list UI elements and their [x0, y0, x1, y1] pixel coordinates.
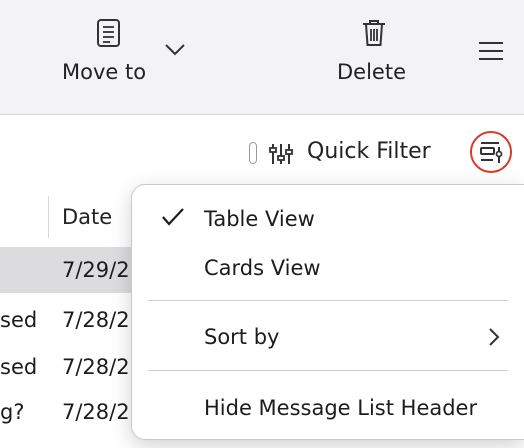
trash-icon: [360, 18, 388, 52]
menu-item-sort-by[interactable]: Sort by: [204, 325, 279, 349]
checkmark-icon: [161, 207, 185, 231]
move-to-label: Move to: [62, 60, 147, 84]
column-divider[interactable]: [48, 196, 49, 238]
sliders-icon[interactable]: [269, 142, 293, 170]
delete-label: Delete: [337, 60, 406, 84]
row-date[interactable]: 7/28/2: [62, 308, 130, 332]
hamburger-menu-icon[interactable]: [478, 40, 504, 62]
document-icon: [95, 18, 123, 52]
row-subject[interactable]: g?: [0, 400, 24, 424]
row-date[interactable]: 7/28/2: [62, 400, 130, 424]
row-subject[interactable]: sed: [0, 355, 37, 379]
chevron-down-icon[interactable]: [164, 42, 186, 61]
menu-item-hide-message-list-header[interactable]: Hide Message List Header: [204, 396, 477, 420]
quick-filter-label[interactable]: Quick Filter: [307, 139, 431, 164]
menu-item-table-view[interactable]: Table View: [204, 207, 315, 231]
view-options-button[interactable]: [470, 131, 512, 173]
menu-item-cards-view[interactable]: Cards View: [204, 256, 321, 280]
row-date[interactable]: 7/28/2: [62, 355, 130, 379]
row-subject[interactable]: sed: [0, 308, 37, 332]
toolbar: [0, 0, 524, 115]
date-column-header[interactable]: Date: [62, 205, 112, 229]
filter-bar: [0, 115, 524, 183]
menu-separator: [148, 300, 508, 301]
chevron-right-icon: [488, 327, 500, 351]
menu-separator: [148, 370, 508, 371]
row-date[interactable]: 7/29/2: [62, 258, 130, 282]
list-options-icon: [480, 142, 503, 163]
quick-filter-toggle[interactable]: [249, 142, 257, 164]
